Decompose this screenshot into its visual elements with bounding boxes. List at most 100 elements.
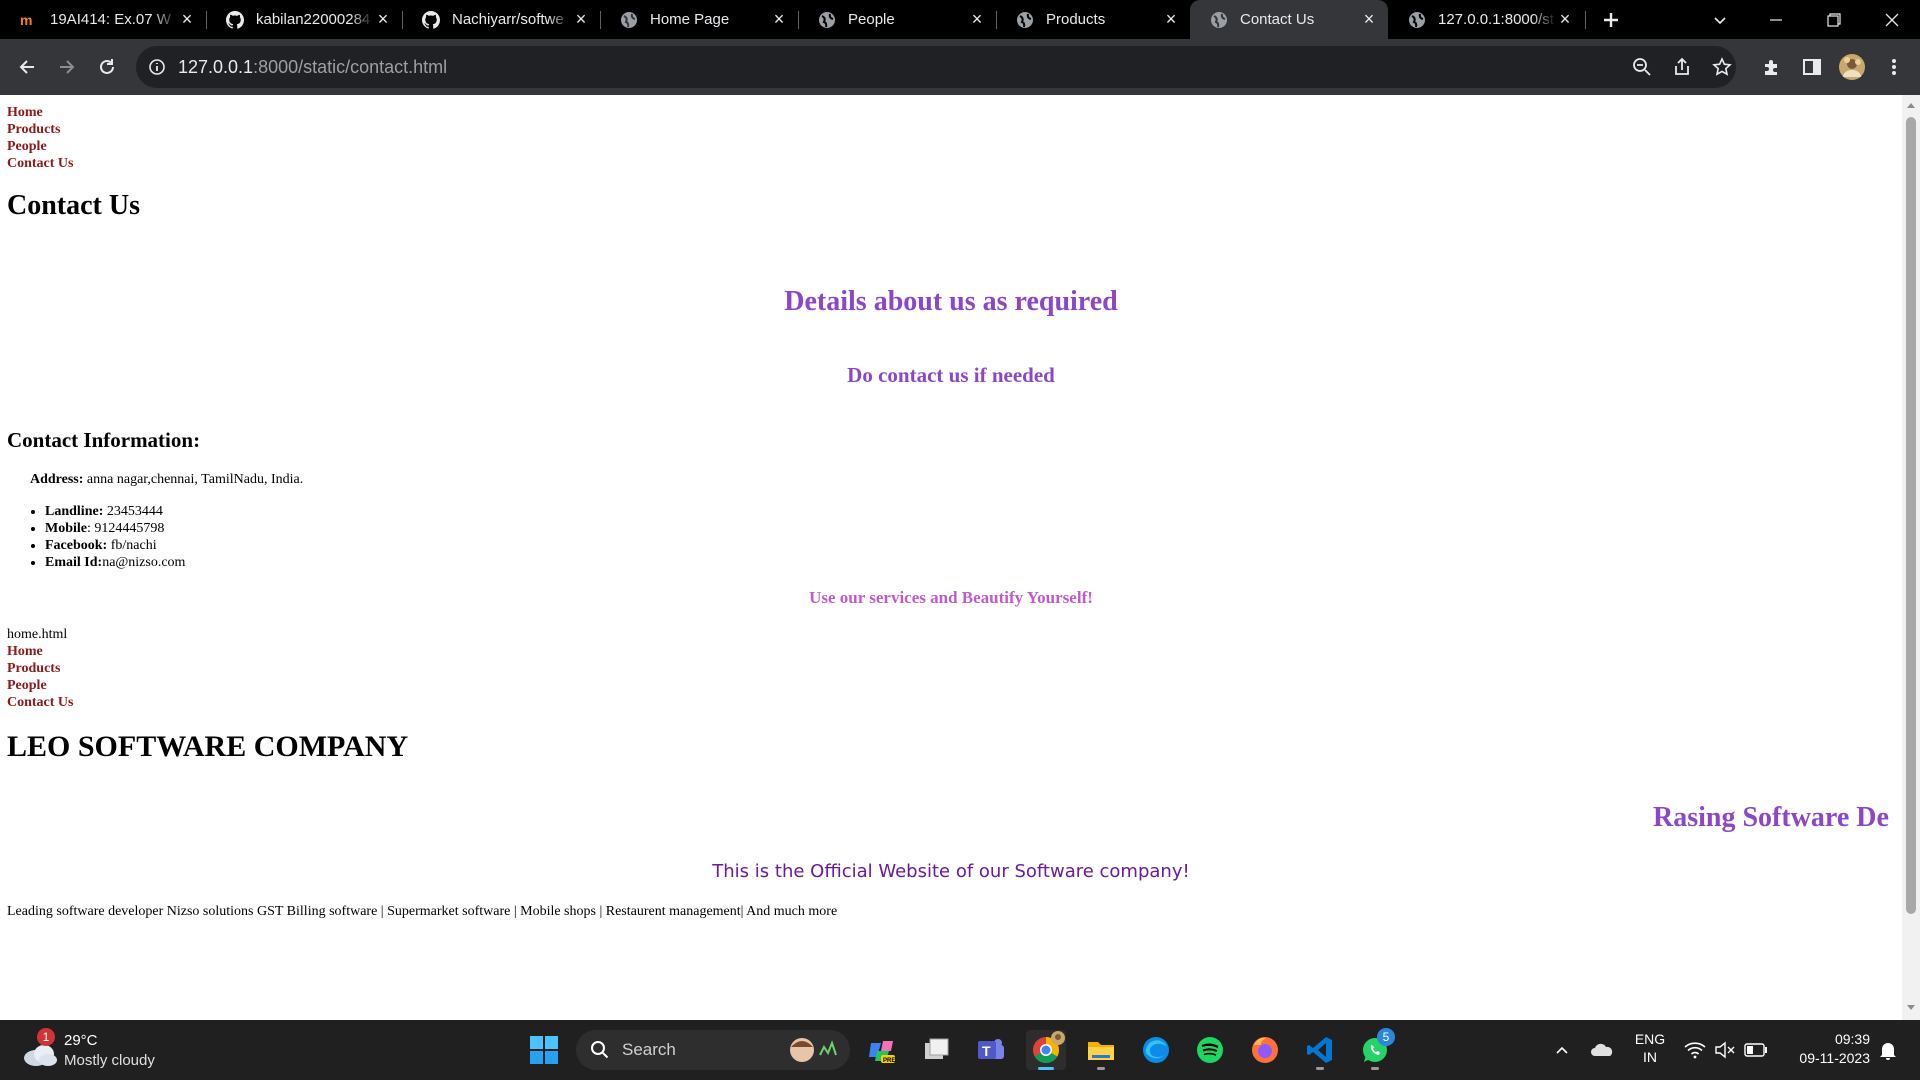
new-tab-button[interactable] <box>1596 5 1626 35</box>
close-icon <box>1885 13 1899 26</box>
browser-tab-title: Nachiyarr/softwe <box>452 11 564 28</box>
arrow-left-icon <box>19 60 34 74</box>
weather-badge: 1 <box>37 1028 55 1046</box>
teams-icon: T <box>978 1039 1004 1059</box>
github-icon <box>422 10 440 29</box>
list-item: Email Id:na@nizso.com <box>45 554 185 571</box>
nav-link-home[interactable]: Home <box>7 104 74 121</box>
notifications-button[interactable] <box>1876 1038 1900 1062</box>
show-hidden-icons-button[interactable] <box>1550 1038 1574 1062</box>
close-icon[interactable]: × <box>1360 9 1378 29</box>
zoom-button[interactable] <box>1628 53 1656 81</box>
contact-value: : 9124445798 <box>87 521 165 536</box>
list-item: Mobile: 9124445798 <box>45 520 185 537</box>
browser-tab[interactable]: Nachiyarr/softwe × <box>402 0 600 39</box>
restore-button[interactable] <box>1806 0 1862 39</box>
scroll-up-arrow[interactable] <box>1907 103 1915 108</box>
browser-tab-title: Home Page <box>650 11 730 28</box>
top-nav: Home Products People Contact Us <box>7 104 74 172</box>
taskbar-whatsapp[interactable]: 5 <box>1355 1028 1395 1070</box>
bookmark-button[interactable] <box>1708 53 1736 81</box>
scroll-thumb[interactable] <box>1906 117 1916 914</box>
browser-tab-title: Products <box>1046 11 1106 28</box>
close-icon[interactable]: × <box>770 9 788 29</box>
taskbar-file-explorer[interactable] <box>1081 1030 1121 1070</box>
taskbar-spotify[interactable] <box>1190 1030 1230 1070</box>
nav-link-people[interactable]: People <box>7 677 74 694</box>
browser-tab[interactable]: People × <box>798 0 996 39</box>
zoom-out-icon <box>1633 58 1651 76</box>
taskbar-chrome[interactable] <box>1026 1030 1066 1070</box>
taskbar-firefox[interactable] <box>1245 1030 1285 1070</box>
side-panel-button[interactable] <box>1794 49 1830 85</box>
speaker-muted-icon <box>1715 1041 1735 1059</box>
list-item: Facebook: fb/nachi <box>45 537 185 554</box>
url-path: :8000/static/contact.html <box>253 56 448 77</box>
close-icon[interactable]: × <box>374 9 392 29</box>
extensions-button[interactable] <box>1754 49 1790 85</box>
taskbar-task-view[interactable] <box>917 1030 957 1070</box>
close-icon[interactable]: × <box>968 9 986 29</box>
nav-link-products[interactable]: Products <box>7 660 74 677</box>
taskbar-edge[interactable] <box>1136 1030 1176 1070</box>
contact-label: Mobile <box>45 521 87 536</box>
taskbar-vscode[interactable] <box>1300 1030 1340 1070</box>
browser-tab[interactable]: Products × <box>996 0 1190 39</box>
close-icon[interactable]: × <box>572 9 590 29</box>
nav-link-home[interactable]: Home <box>7 643 74 660</box>
start-button[interactable] <box>524 1030 564 1070</box>
clock-date: 09-11-2023 <box>1799 1050 1870 1066</box>
bell-icon <box>1880 1043 1896 1060</box>
share-button[interactable] <box>1668 53 1696 81</box>
taskbar-copilot[interactable]: PRE <box>862 1030 902 1070</box>
close-icon[interactable]: × <box>1556 9 1574 29</box>
profile-avatar[interactable] <box>1834 49 1870 85</box>
page-scrollbar[interactable] <box>1902 95 1920 1020</box>
globe-icon <box>1210 11 1228 29</box>
contact-label: Email Id: <box>45 555 103 570</box>
address-bar[interactable]: 127.0.0.1:8000/static/contact.html <box>136 46 1736 88</box>
globe-icon <box>1016 11 1034 29</box>
nav-link-products[interactable]: Products <box>7 121 74 138</box>
clock-time: 09:39 <box>1834 1031 1870 1047</box>
minimize-button[interactable] <box>1748 0 1804 39</box>
reload-button[interactable] <box>89 49 125 85</box>
browser-tab[interactable]: kabilan22000284 × <box>206 0 402 39</box>
tab-search-button[interactable] <box>1692 0 1748 39</box>
lang-top: ENG <box>1634 1031 1666 1047</box>
marquee-text: Rasing Software De <box>1653 802 1889 833</box>
list-item: Landline: 23453444 <box>45 503 185 520</box>
company-name: LEO SOFTWARE COMPANY <box>7 730 409 763</box>
raw-text: home.html <box>7 627 68 642</box>
close-icon[interactable]: × <box>178 9 196 29</box>
minimize-icon <box>1770 18 1782 21</box>
scroll-down-arrow[interactable] <box>1907 1005 1915 1010</box>
weather-widget[interactable]: 1 29°C Mostly cloudy <box>20 1028 160 1072</box>
clock[interactable]: 09:39 09-11-2023 <box>1776 1030 1870 1070</box>
window-close-button[interactable] <box>1864 0 1920 39</box>
globe-icon <box>1408 11 1426 29</box>
close-icon[interactable]: × <box>1162 9 1180 29</box>
quick-settings-button[interactable] <box>1684 1038 1768 1062</box>
language-indicator[interactable]: ENG IN <box>1628 1030 1672 1070</box>
forward-button[interactable] <box>49 49 85 85</box>
globe-icon <box>818 11 836 29</box>
taskbar-teams[interactable]: T <box>971 1030 1011 1070</box>
browser-tab-active[interactable]: Contact Us × <box>1190 0 1388 39</box>
moodle-icon: m <box>20 11 38 29</box>
nav-link-contact[interactable]: Contact Us <box>7 694 74 711</box>
chrome-menu-button[interactable] <box>1876 49 1912 85</box>
nav-link-contact[interactable]: Contact Us <box>7 155 74 172</box>
taskbar-search[interactable]: Search <box>576 1030 850 1070</box>
chevron-up-icon <box>1556 1046 1568 1054</box>
url-text[interactable]: 127.0.0.1:8000/static/contact.html <box>178 57 447 78</box>
info-icon[interactable] <box>148 58 166 76</box>
back-button[interactable] <box>9 49 45 85</box>
firefox-icon <box>1252 1037 1278 1063</box>
url-host: 127.0.0.1 <box>178 56 254 77</box>
onedrive-button[interactable] <box>1588 1038 1616 1062</box>
browser-tab[interactable]: m 19AI414: Ex.07 W × <box>0 0 206 39</box>
browser-tab[interactable]: 127.0.0.1:8000/st × <box>1388 0 1584 39</box>
browser-tab[interactable]: Home Page × <box>600 0 798 39</box>
nav-link-people[interactable]: People <box>7 138 74 155</box>
